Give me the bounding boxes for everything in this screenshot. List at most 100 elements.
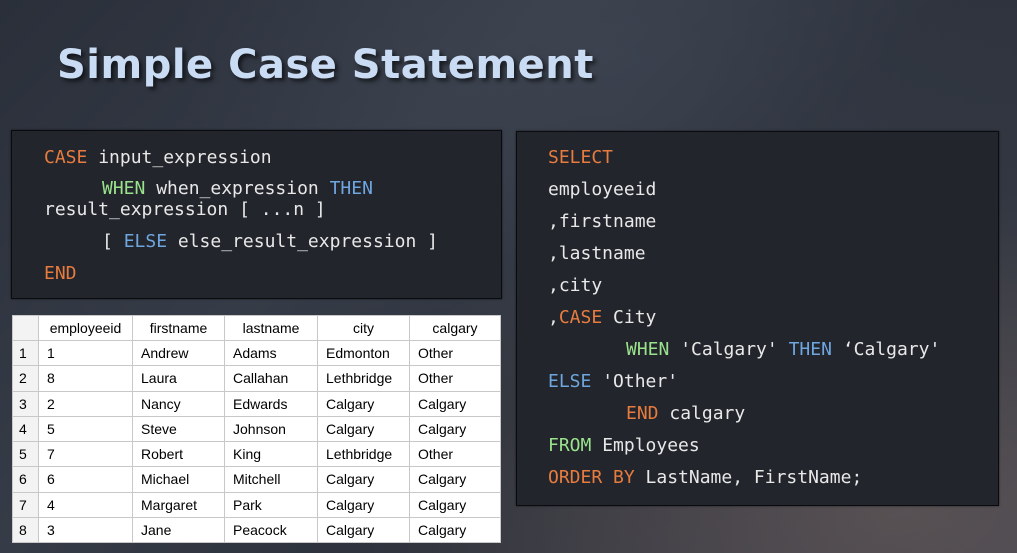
query-text: ,firstname	[548, 211, 657, 232]
column-header-employeeid[interactable]: employeeid	[38, 315, 133, 341]
syntax-text: else_result_expression ]	[167, 231, 438, 252]
cell-city[interactable]: Calgary	[317, 516, 410, 544]
table-corner-cell	[12, 315, 39, 341]
query-text: 'Other'	[591, 371, 679, 392]
cell-calgary[interactable]: Other	[409, 365, 501, 392]
row-number: 7	[12, 491, 39, 518]
cell-firstname[interactable]: Andrew	[132, 339, 225, 367]
column-header-lastname[interactable]: lastname	[224, 315, 318, 341]
cell-lastname[interactable]: Peacock	[224, 516, 318, 544]
query-text: ,	[548, 307, 559, 328]
cell-lastname[interactable]: Callahan	[224, 365, 318, 392]
cell-lastname[interactable]: Park	[224, 491, 318, 518]
cell-firstname[interactable]: Nancy	[132, 390, 225, 417]
result-table: employeeid firstname lastname city calga…	[12, 315, 501, 544]
query-line-col1: employeeid	[548, 179, 656, 200]
cell-calgary[interactable]: Other	[409, 339, 501, 367]
query-text: City	[602, 307, 657, 328]
table-row[interactable]: 1 1 Andrew Adams Edmonton Other	[12, 339, 501, 367]
table-row[interactable]: 4 5 Steve Johnson Calgary Calgary	[12, 415, 501, 443]
cell-firstname[interactable]: Steve	[132, 415, 225, 443]
query-line-select: SELECT	[548, 147, 613, 168]
cell-firstname[interactable]: Margaret	[132, 491, 225, 518]
query-line-else: ELSE 'Other'	[548, 371, 678, 392]
cell-lastname[interactable]: Adams	[224, 339, 318, 367]
table-row[interactable]: 8 3 Jane Peacock Calgary Calgary	[12, 516, 501, 544]
cell-lastname[interactable]: King	[224, 440, 318, 468]
syntax-line-else: [ ELSE else_result_expression ]	[102, 231, 438, 252]
cell-city[interactable]: Calgary	[317, 491, 410, 518]
row-number: 1	[12, 339, 39, 367]
cell-calgary[interactable]: Calgary	[409, 466, 501, 493]
query-line-from: FROM Employees	[548, 435, 700, 456]
cell-city[interactable]: Calgary	[317, 466, 410, 493]
query-text: LastName, FirstName;	[634, 467, 863, 488]
keyword-then: THEN	[329, 178, 373, 199]
keyword-from: FROM	[548, 435, 592, 456]
query-text: ‘Calgary'	[831, 339, 941, 360]
query-line-when: WHEN 'Calgary' THEN ‘Calgary'	[626, 339, 940, 360]
keyword-end: END	[44, 263, 77, 284]
cell-city[interactable]: Calgary	[317, 390, 410, 417]
query-line-col2: ,firstname	[548, 211, 656, 232]
cell-employeeid[interactable]: 1	[38, 339, 133, 367]
row-number: 6	[12, 466, 39, 493]
cell-city[interactable]: Lethbridge	[317, 440, 410, 468]
cell-calgary[interactable]: Calgary	[409, 491, 501, 518]
syntax-code-box: CASE input_expression WHEN when_expressi…	[11, 130, 502, 299]
cell-firstname[interactable]: Robert	[132, 440, 225, 468]
column-header-calgary[interactable]: calgary	[409, 315, 501, 341]
cell-employeeid[interactable]: 2	[38, 390, 133, 417]
cell-calgary[interactable]: Other	[409, 440, 501, 468]
cell-employeeid[interactable]: 3	[38, 516, 133, 544]
query-text: Employees	[591, 435, 700, 456]
row-number: 8	[12, 516, 39, 544]
keyword-then: THEN	[788, 339, 832, 360]
syntax-line-result: result_expression [ ...n ]	[44, 199, 326, 220]
query-text: employeeid	[548, 179, 657, 200]
cell-employeeid[interactable]: 7	[38, 440, 133, 468]
row-number: 2	[12, 365, 39, 392]
cell-calgary[interactable]: Calgary	[409, 390, 501, 417]
syntax-text: result_expression [ ...n ]	[44, 199, 326, 220]
syntax-line-case: CASE input_expression	[44, 147, 272, 168]
table-header-row: employeeid firstname lastname city calga…	[12, 315, 501, 341]
row-number: 3	[12, 390, 39, 417]
cell-employeeid[interactable]: 8	[38, 365, 133, 392]
cell-employeeid[interactable]: 5	[38, 415, 133, 443]
keyword-else: ELSE	[123, 231, 168, 252]
slide-title: Simple Case Statement	[57, 42, 594, 88]
cell-city[interactable]: Edmonton	[317, 339, 410, 367]
cell-lastname[interactable]: Mitchell	[224, 466, 318, 493]
cell-lastname[interactable]: Johnson	[224, 415, 318, 443]
query-text: ,city	[548, 275, 603, 296]
row-number: 4	[12, 415, 39, 443]
syntax-text: [	[102, 231, 124, 252]
cell-firstname[interactable]: Laura	[132, 365, 225, 392]
query-text: 'Calgary'	[669, 339, 789, 360]
column-header-firstname[interactable]: firstname	[132, 315, 225, 341]
query-line-order-by: ORDER BY LastName, FirstName;	[548, 467, 862, 488]
cell-calgary[interactable]: Calgary	[409, 516, 501, 544]
cell-employeeid[interactable]: 6	[38, 466, 133, 493]
cell-employeeid[interactable]: 4	[38, 491, 133, 518]
keyword-case: CASE	[44, 147, 88, 168]
keyword-end: END	[626, 403, 659, 424]
cell-city[interactable]: Calgary	[317, 415, 410, 443]
table-row[interactable]: 7 4 Margaret Park Calgary Calgary	[12, 491, 501, 518]
keyword-order-by: ORDER BY	[548, 467, 635, 488]
keyword-select: SELECT	[548, 147, 614, 168]
cell-lastname[interactable]: Edwards	[224, 390, 318, 417]
query-line-col3: ,lastname	[548, 243, 646, 264]
query-line-end: END calgary	[626, 403, 745, 424]
cell-firstname[interactable]: Michael	[132, 466, 225, 493]
table-row[interactable]: 6 6 Michael Mitchell Calgary Calgary	[12, 466, 501, 493]
cell-city[interactable]: Lethbridge	[317, 365, 410, 392]
table-row[interactable]: 5 7 Robert King Lethbridge Other	[12, 440, 501, 468]
cell-firstname[interactable]: Jane	[132, 516, 225, 544]
table-row[interactable]: 3 2 Nancy Edwards Calgary Calgary	[12, 390, 501, 417]
keyword-when: WHEN	[626, 339, 670, 360]
column-header-city[interactable]: city	[317, 315, 410, 341]
cell-calgary[interactable]: Calgary	[409, 415, 501, 443]
table-row[interactable]: 2 8 Laura Callahan Lethbridge Other	[12, 365, 501, 392]
